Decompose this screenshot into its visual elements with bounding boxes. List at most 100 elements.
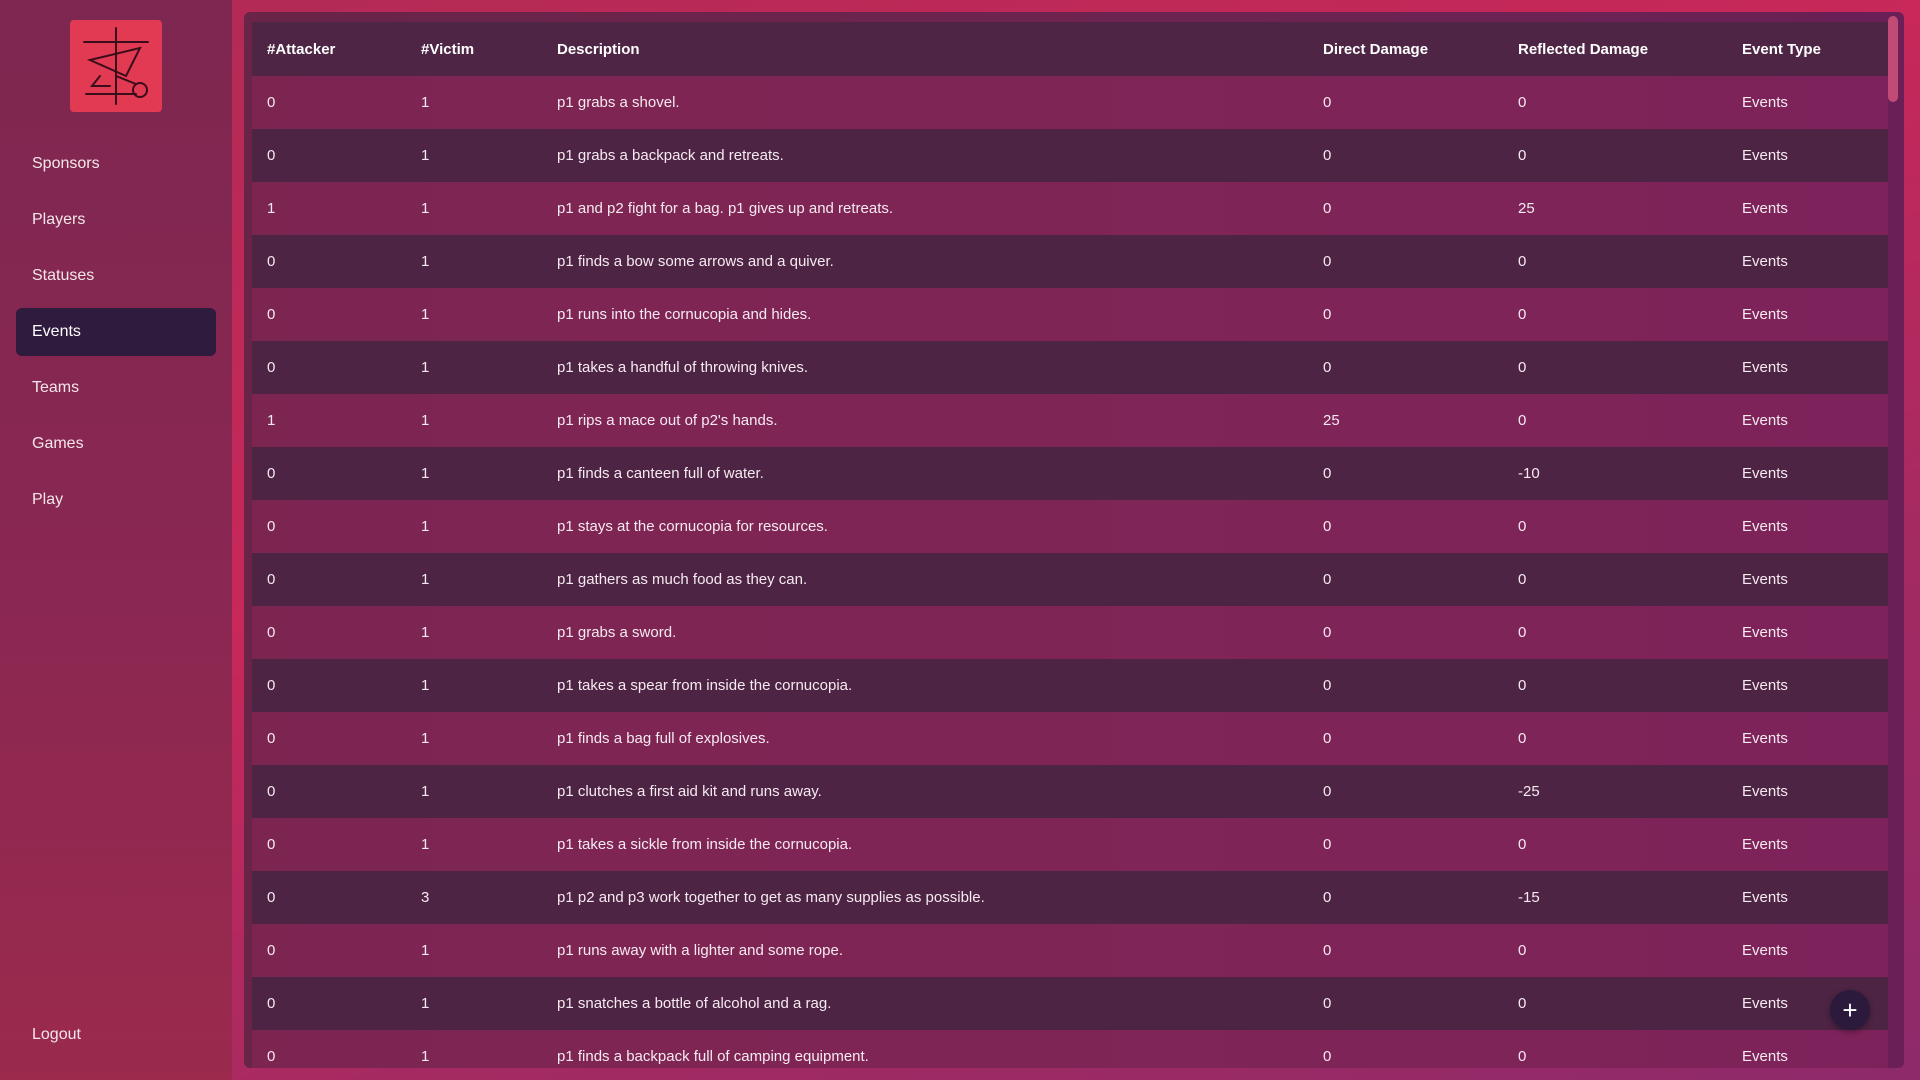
column-header-description[interactable]: Description [542,22,1308,76]
table-row[interactable]: 0 1 p1 runs into the cornucopia and hides.… [252,288,1888,341]
cell-description: p1 runs into the cornucopia and hides. [557,306,812,323]
cell-reflected-damage: 0 [1518,359,1527,376]
table-row[interactable]: 0 3 p1 p2 and p3 work together to get as m… [252,871,1888,924]
cell-reflected-damage: 0 [1518,1048,1527,1065]
table-row[interactable]: 0 1 p1 runs away with a lighter and some r… [252,924,1888,977]
cell-victim: 3 [421,889,430,906]
table-row[interactable]: 0 1 p1 grabs a sword. 0 0 Events [252,606,1888,659]
column-header-event-type[interactable]: Event Type [1727,22,1888,76]
table-row[interactable]: 0 1 p1 takes a handful of throwing knives.… [252,341,1888,394]
table-row[interactable]: 0 1 p1 finds a canteen full of water. 0 -10 E… [252,447,1888,500]
cell-event-type: Events [1742,942,1788,959]
cell-event-type: Events [1742,306,1788,323]
cell-description: p1 grabs a shovel. [557,94,680,111]
table-row[interactable]: 0 1 p1 gathers as much food as they can. 0 0… [252,553,1888,606]
cell-reflected-damage: 0 [1518,253,1527,270]
table-row[interactable]: 0 1 p1 takes a spear from inside the cornu… [252,659,1888,712]
column-header-victim[interactable]: #Victim [406,22,542,76]
column-header-direct-damage[interactable]: Direct Damage [1308,22,1503,76]
cell-victim: 1 [421,147,430,164]
scrollbar[interactable] [1888,16,1898,102]
cell-reflected-damage: 0 [1518,306,1527,323]
table-row[interactable]: 1 1 p1 rips a mace out of p2's hands. 25 0 Ev… [252,394,1888,447]
cell-attacker: 0 [267,253,276,270]
cell-description: p1 finds a canteen full of water. [557,465,764,482]
cell-event-type: Events [1742,730,1788,747]
table-row[interactable]: 0 1 p1 takes a sickle from inside the corn… [252,818,1888,871]
cell-attacker: 0 [267,624,276,641]
table-row[interactable]: 0 1 p1 grabs a backpack and retreats. 0 0 Eve… [252,129,1888,182]
sidebar-item-statuses[interactable]: Statuses [16,252,216,300]
cell-reflected-damage: 0 [1518,518,1527,535]
cell-description: p1 gathers as much food as they can. [557,571,808,588]
logout-button[interactable]: Logout [32,1026,81,1044]
sidebar-item-events[interactable]: Events [16,308,216,356]
cell-event-type: Events [1742,518,1788,535]
cell-event-type: Events [1742,94,1788,111]
cell-attacker: 0 [267,359,276,376]
cell-victim: 1 [421,995,430,1012]
logo[interactable] [70,20,162,112]
cell-reflected-damage: 0 [1518,94,1527,111]
sidebar-item-play[interactable]: Play [16,476,216,524]
cell-reflected-damage: 0 [1518,571,1527,588]
cell-description: p1 clutches a first aid kit and runs awa… [557,783,822,800]
cell-attacker: 0 [267,465,276,482]
cell-attacker: 0 [267,1048,276,1065]
cell-direct-damage: 0 [1323,147,1332,164]
cell-attacker: 0 [267,783,276,800]
cell-victim: 1 [421,677,430,694]
cell-attacker: 1 [267,200,276,217]
cell-direct-damage: 0 [1323,465,1332,482]
sidebar: Sponsors Players Statuses Events Teams Games P… [0,0,232,1080]
cell-event-type: Events [1742,147,1788,164]
cell-description: p1 grabs a sword. [557,624,677,641]
cell-event-type: Events [1742,624,1788,641]
cell-event-type: Events [1742,200,1788,217]
cell-attacker: 0 [267,730,276,747]
cell-direct-damage: 0 [1323,359,1332,376]
cell-event-type: Events [1742,253,1788,270]
logo-emblem-icon [83,27,149,105]
cell-reflected-damage: 0 [1518,995,1527,1012]
column-header-reflected-damage[interactable]: Reflected Damage [1503,22,1727,76]
cell-victim: 1 [421,730,430,747]
column-header-attacker[interactable]: #Attacker [252,22,406,76]
sidebar-item-players[interactable]: Players [16,196,216,244]
sidebar-item-sponsors[interactable]: Sponsors [16,140,216,188]
cell-direct-damage: 0 [1323,677,1332,694]
table-row[interactable]: 1 1 p1 and p2 fight for a bag. p1 gives up… [252,182,1888,235]
table-row[interactable]: 0 1 p1 clutches a first aid kit and runs a… [252,765,1888,818]
cell-reflected-damage: 0 [1518,942,1527,959]
table-row[interactable]: 0 1 p1 finds a bow some arrows and a quive… [252,235,1888,288]
cell-description: p1 takes a handful of throwing knives. [557,359,808,376]
table-row[interactable]: 0 1 p1 stays at the cornucopia for resourc… [252,500,1888,553]
table-row[interactable]: 0 1 p1 grabs a shovel. 0 0 Events [252,76,1888,129]
table-row[interactable]: 0 1 p1 snatches a bottle of alcohol and a … [252,977,1888,1030]
cell-direct-damage: 25 [1323,412,1340,429]
cell-victim: 1 [421,1048,430,1065]
cell-reflected-damage: 0 [1518,412,1527,429]
cell-reflected-damage: 0 [1518,730,1527,747]
cell-attacker: 0 [267,677,276,694]
cell-reflected-damage: 0 [1518,147,1527,164]
cell-direct-damage: 0 [1323,836,1332,853]
sidebar-item-games[interactable]: Games [16,420,216,468]
table-row[interactable]: 0 1 p1 finds a backpack full of camping eq… [252,1030,1888,1068]
cell-victim: 1 [421,253,430,270]
cell-direct-damage: 0 [1323,571,1332,588]
sidebar-nav: Sponsors Players Statuses Events Teams Games P… [16,140,216,532]
cell-description: p1 grabs a backpack and retreats. [557,147,784,164]
cell-attacker: 0 [267,995,276,1012]
sidebar-item-teams[interactable]: Teams [16,364,216,412]
cell-reflected-damage: 0 [1518,677,1527,694]
table-row[interactable]: 0 1 p1 finds a bag full of explosives. 0 0 Ev… [252,712,1888,765]
cell-direct-damage: 0 [1323,1048,1332,1065]
cell-attacker: 1 [267,412,276,429]
cell-attacker: 0 [267,94,276,111]
cell-direct-damage: 0 [1323,783,1332,800]
add-event-button[interactable]: + [1830,990,1870,1030]
events-table: #Attacker #Victim Description Direct Damage… [252,22,1888,1068]
cell-attacker: 0 [267,518,276,535]
cell-description: p1 stays at the cornucopia for resources… [557,518,828,535]
